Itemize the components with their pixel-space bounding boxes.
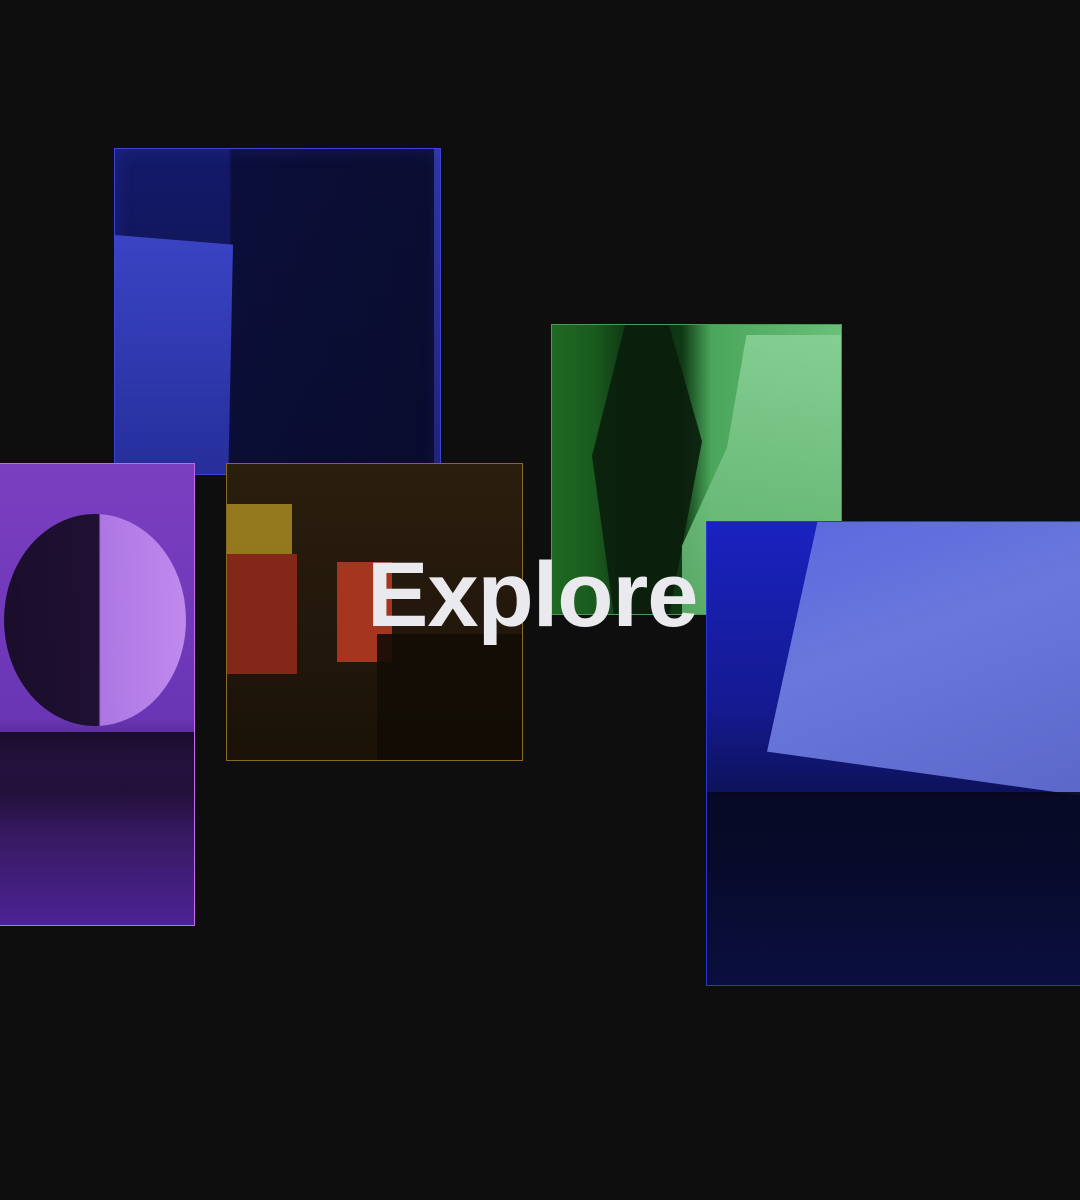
large-blue-light-slab xyxy=(767,522,1080,802)
blue-glass-pane xyxy=(114,148,441,475)
amber-dark-block xyxy=(377,634,522,760)
amber-red-block-left xyxy=(227,554,297,674)
hero-stage: Explore xyxy=(0,0,1080,1200)
purple-shadow-band xyxy=(0,732,194,822)
hero-title: Explore xyxy=(367,544,698,646)
blue-light-shard xyxy=(115,235,233,474)
purple-sphere-reflection xyxy=(4,514,186,726)
blue-glass-edge xyxy=(434,149,440,474)
large-blue-glass-pane xyxy=(706,521,1080,986)
purple-glass-pane xyxy=(0,463,195,926)
amber-yellow-block xyxy=(227,504,292,554)
large-blue-shadow xyxy=(707,792,1080,985)
